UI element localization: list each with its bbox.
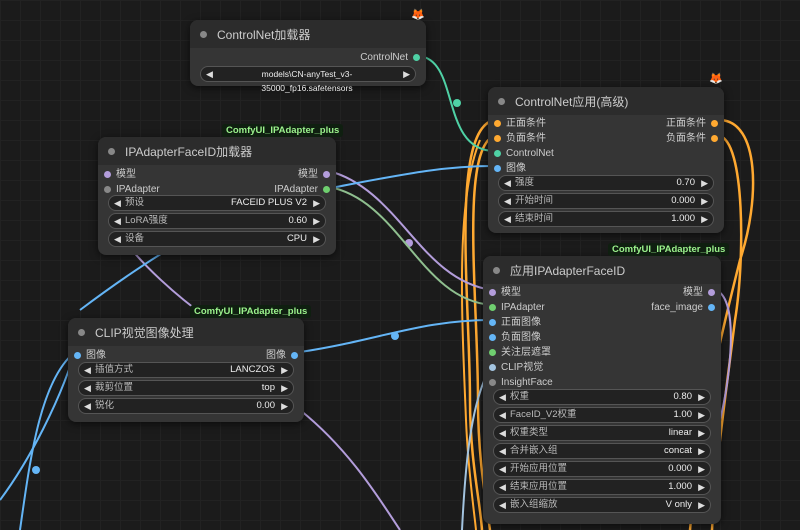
arrow-left-icon[interactable]: ◀ [504, 176, 511, 190]
badge-ipadapter-plus-1: ComfyUI_IPAdapter_plus [222, 124, 344, 137]
output-socket[interactable] [708, 289, 715, 296]
arrow-right-icon[interactable]: ▶ [313, 232, 320, 246]
arrow-right-icon[interactable]: ▶ [313, 214, 320, 228]
arrow-right-icon[interactable]: ▶ [698, 426, 705, 440]
output-socket[interactable] [291, 352, 298, 359]
arrow-left-icon[interactable]: ◀ [114, 232, 121, 246]
end-at-widget[interactable]: ◀ 结束应用位置 1.000 ▶ [493, 479, 711, 495]
input-socket[interactable] [489, 319, 496, 326]
output-socket[interactable] [413, 54, 420, 61]
crop-position-widget[interactable]: ◀ 裁剪位置 top ▶ [78, 380, 294, 396]
arrow-left-icon[interactable]: ◀ [499, 390, 506, 404]
sharpen-widget[interactable]: ◀ 锐化 0.00 ▶ [78, 398, 294, 414]
fox-icon: 🦊 [411, 9, 425, 21]
input-socket[interactable] [489, 379, 496, 386]
arrow-right-icon[interactable]: ▶ [698, 462, 705, 476]
arrow-left-icon[interactable]: ◀ [84, 381, 91, 395]
output-label: ControlNet [360, 52, 408, 63]
output-socket[interactable] [711, 135, 718, 142]
output-socket[interactable] [323, 171, 330, 178]
arrow-right-icon[interactable]: ▶ [403, 67, 410, 81]
input-socket[interactable] [74, 352, 81, 359]
start-time-widget[interactable]: ◀ 开始时间 0.000 ▶ [498, 193, 714, 209]
input-socket[interactable] [489, 289, 496, 296]
node-controlnet-loader[interactable]: ControlNet加载器 ControlNet ◀ models\CN-any… [190, 20, 426, 93]
arrow-right-icon[interactable]: ▶ [701, 212, 708, 226]
input-socket[interactable] [489, 304, 496, 311]
arrow-right-icon[interactable]: ▶ [698, 444, 705, 458]
input-socket[interactable] [489, 364, 496, 371]
arrow-left-icon[interactable]: ◀ [504, 194, 511, 208]
arrow-right-icon[interactable]: ▶ [698, 390, 705, 404]
preset-widget[interactable]: ◀ 预设 FACEID PLUS V2 ▶ [108, 195, 326, 211]
weight-type-widget[interactable]: ◀ 权重类型 linear ▶ [493, 425, 711, 441]
start-at-widget[interactable]: ◀ 开始应用位置 0.000 ▶ [493, 461, 711, 477]
collapse-dot-icon[interactable] [78, 328, 85, 336]
arrow-left-icon[interactable]: ◀ [499, 498, 506, 512]
node-title: 应用IPAdapterFaceID [510, 263, 626, 278]
arrow-left-icon[interactable]: ◀ [499, 408, 506, 422]
input-socket[interactable] [489, 349, 496, 356]
input-socket[interactable] [489, 334, 496, 341]
arrow-right-icon[interactable]: ▶ [698, 498, 705, 512]
input-socket[interactable] [104, 171, 111, 178]
arrow-right-icon[interactable]: ▶ [701, 176, 708, 190]
fox-icon: 🦊 [709, 73, 723, 85]
wire-image-in [19, 351, 76, 530]
node-clip-image-process[interactable]: CLIP视觉图像处理 图像 图像 ◀ 插值方式 LANCZOS ▶ ◀ 裁剪位置… [68, 318, 304, 422]
input-socket[interactable] [494, 135, 501, 142]
model-name-widget[interactable]: ◀ models\CN-anyTest_v3-35000_fp16.safete… [200, 66, 416, 93]
arrow-left-icon[interactable]: ◀ [499, 480, 506, 494]
node-title: ControlNet加载器 [217, 27, 311, 42]
embeds-scaling-widget[interactable]: ◀ 嵌入组缩放 V only ▶ [493, 497, 711, 513]
wire-model-down [299, 409, 401, 530]
collapse-dot-icon[interactable] [493, 266, 500, 274]
arrow-right-icon[interactable]: ▶ [698, 480, 705, 494]
arrow-right-icon[interactable]: ▶ [281, 381, 288, 395]
arrow-left-icon[interactable]: ◀ [84, 363, 91, 377]
input-socket[interactable] [494, 165, 501, 172]
node-title: ControlNet应用(高级) [515, 94, 629, 109]
strength-widget[interactable]: ◀ 强度 0.70 ▶ [498, 175, 714, 191]
end-time-widget[interactable]: ◀ 结束时间 1.000 ▶ [498, 211, 714, 227]
arrow-right-icon[interactable]: ▶ [281, 363, 288, 377]
collapse-dot-icon[interactable] [498, 97, 505, 105]
output-socket[interactable] [323, 186, 330, 193]
node-faceid-loader[interactable]: IPAdapterFaceID加载器 模型 模型 IPAdapter IPAda… [98, 137, 336, 255]
arrow-right-icon[interactable]: ▶ [313, 196, 320, 210]
output-socket[interactable] [708, 304, 715, 311]
input-socket[interactable] [104, 186, 111, 193]
node-faceid-apply[interactable]: 应用IPAdapterFaceID 模型 模型 IPAdapter face_i… [483, 256, 721, 524]
input-socket[interactable] [494, 150, 501, 157]
node-title: CLIP视觉图像处理 [95, 325, 194, 340]
collapse-dot-icon[interactable] [200, 30, 207, 38]
arrow-right-icon[interactable]: ▶ [698, 408, 705, 422]
badge-ipadapter-plus-2: ComfyUI_IPAdapter_plus [190, 305, 312, 318]
arrow-left-icon[interactable]: ◀ [499, 462, 506, 476]
arrow-left-icon[interactable]: ◀ [114, 196, 121, 210]
faceid-v2-weight-widget[interactable]: ◀ FaceID_V2权重 1.00 ▶ [493, 407, 711, 423]
node-controlnet-apply[interactable]: ControlNet应用(高级) 正面条件 正面条件 负面条件 负面条件 Con… [488, 87, 724, 233]
output-socket[interactable] [711, 120, 718, 127]
interpolation-widget[interactable]: ◀ 插值方式 LANCZOS ▶ [78, 362, 294, 378]
arrow-right-icon[interactable]: ▶ [281, 399, 288, 413]
weight-widget[interactable]: ◀ 权重 0.80 ▶ [493, 389, 711, 405]
arrow-left-icon[interactable]: ◀ [114, 214, 121, 228]
combine-embeds-widget[interactable]: ◀ 合并嵌入组 concat ▶ [493, 443, 711, 459]
arrow-left-icon[interactable]: ◀ [84, 399, 91, 413]
arrow-left-icon[interactable]: ◀ [499, 444, 506, 458]
input-socket[interactable] [494, 120, 501, 127]
arrow-right-icon[interactable]: ▶ [701, 194, 708, 208]
arrow-left-icon[interactable]: ◀ [499, 426, 506, 440]
lora-strength-widget[interactable]: ◀ LoRA强度 0.60 ▶ [108, 213, 326, 229]
collapse-dot-icon[interactable] [108, 147, 115, 155]
badge-ipadapter-plus-3: ComfyUI_IPAdapter_plus [608, 243, 730, 256]
device-widget[interactable]: ◀ 设备 CPU ▶ [108, 231, 326, 247]
arrow-left-icon[interactable]: ◀ [504, 212, 511, 226]
arrow-left-icon[interactable]: ◀ [206, 67, 213, 81]
node-title: IPAdapterFaceID加载器 [125, 144, 253, 159]
